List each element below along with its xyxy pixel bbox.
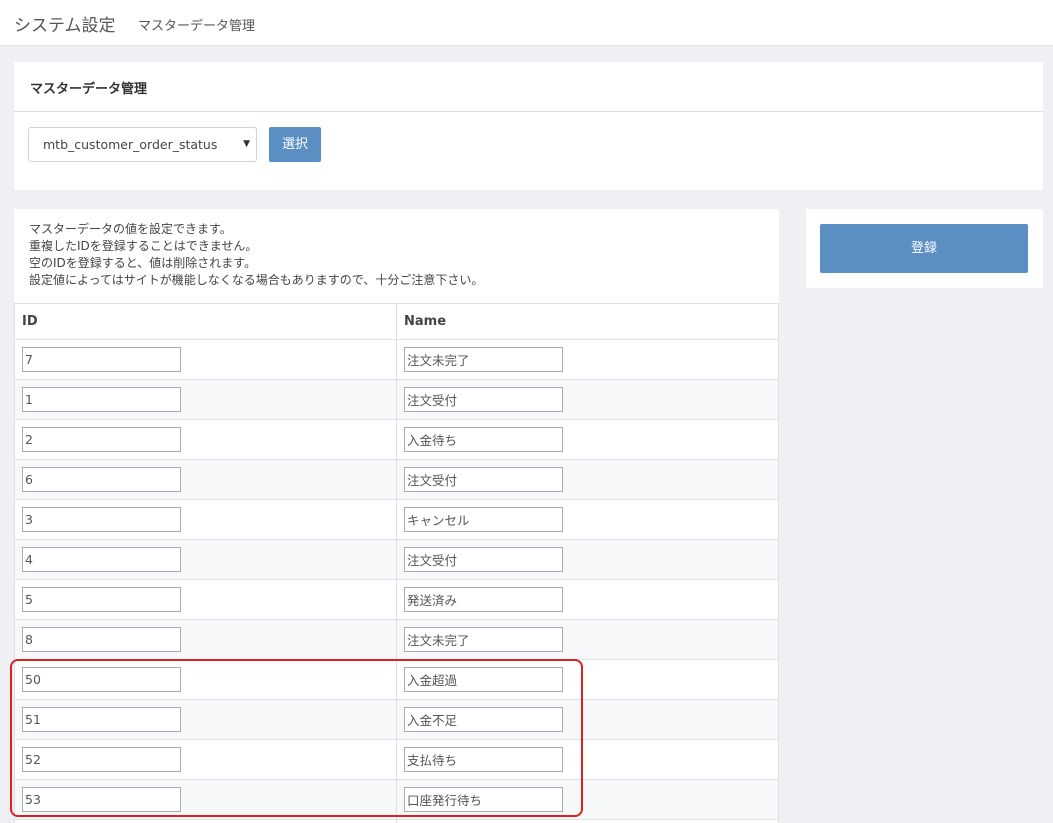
name-input[interactable] (404, 707, 563, 732)
name-cell (396, 739, 779, 780)
table-row (14, 619, 779, 660)
id-cell (14, 779, 397, 820)
id-cell (14, 699, 397, 740)
name-cell (396, 659, 779, 700)
table-row (14, 419, 779, 460)
table-row (14, 739, 779, 780)
description-line: マスターデータの値を設定できます。 (29, 222, 232, 236)
name-input[interactable] (404, 547, 563, 572)
master-values-table: ID Name (14, 303, 779, 823)
name-input[interactable] (404, 627, 563, 652)
id-cell (14, 619, 397, 660)
name-cell (396, 539, 779, 580)
table-row (14, 699, 779, 740)
master-data-heading: マスターデータ管理 (30, 82, 148, 97)
master-table-select[interactable]: mtb_customer_order_status ▼ (28, 127, 257, 162)
name-cell (396, 379, 779, 420)
id-input[interactable] (22, 387, 181, 412)
table-row (14, 339, 779, 380)
column-header-id: ID (14, 303, 397, 340)
name-cell (396, 579, 779, 620)
id-input[interactable] (22, 747, 181, 772)
id-input[interactable] (22, 587, 181, 612)
table-row (14, 779, 779, 820)
id-input[interactable] (22, 787, 181, 812)
column-header-name: Name (396, 303, 779, 340)
description-line: 重複したIDを登録することはできません。 (29, 239, 258, 253)
table-row (14, 659, 779, 700)
id-cell (14, 579, 397, 620)
name-input[interactable] (404, 667, 563, 692)
id-cell (14, 659, 397, 700)
name-input[interactable] (404, 747, 563, 772)
top-bar: システム設定 マスターデータ管理 (0, 0, 1053, 46)
page-title: システム設定 (14, 16, 116, 36)
page-subtitle: マスターデータ管理 (138, 19, 256, 34)
name-input[interactable] (404, 347, 563, 372)
name-cell (396, 499, 779, 540)
master-values-panel: マスターデータの値を設定できます。 重複したIDを登録することはできません。 空… (14, 209, 779, 823)
id-cell (14, 459, 397, 500)
action-panel: 登録 (806, 209, 1043, 288)
id-input[interactable] (22, 507, 181, 532)
name-input[interactable] (404, 587, 563, 612)
id-input[interactable] (22, 347, 181, 372)
id-input[interactable] (22, 467, 181, 492)
id-cell (14, 339, 397, 380)
description-line: 設定値によってはサイトが機能しなくなる場合もありますので、十分ご注意下さい。 (29, 273, 484, 287)
name-cell (396, 459, 779, 500)
table-row (14, 579, 779, 620)
id-cell (14, 539, 397, 580)
name-cell (396, 339, 779, 380)
table-row (14, 379, 779, 420)
id-input[interactable] (22, 427, 181, 452)
id-cell (14, 739, 397, 780)
name-input[interactable] (404, 467, 563, 492)
id-cell (14, 379, 397, 420)
name-cell (396, 779, 779, 820)
id-input[interactable] (22, 667, 181, 692)
name-cell (396, 699, 779, 740)
name-input[interactable] (404, 427, 563, 452)
caret-down-icon: ▼ (243, 139, 250, 149)
name-input[interactable] (404, 387, 563, 412)
id-cell (14, 819, 397, 823)
id-cell (14, 419, 397, 460)
table-row (14, 539, 779, 580)
name-cell (396, 619, 779, 660)
name-input[interactable] (404, 787, 563, 812)
table-row (14, 459, 779, 500)
master-data-panel-header: マスターデータ管理 (14, 62, 1043, 112)
id-input[interactable] (22, 547, 181, 572)
master-table-select-value: mtb_customer_order_status (43, 137, 218, 152)
description-line: 空のIDを登録すると、値は削除されます。 (29, 256, 257, 270)
name-cell (396, 419, 779, 460)
table-row (14, 499, 779, 540)
table-header-row: ID Name (14, 303, 779, 340)
name-cell (396, 819, 779, 823)
name-input[interactable] (404, 507, 563, 532)
table-body (14, 339, 779, 823)
master-data-panel: マスターデータ管理 mtb_customer_order_status ▼ 選択 (14, 62, 1043, 190)
table-row (14, 819, 779, 823)
register-button[interactable]: 登録 (820, 224, 1028, 273)
id-input[interactable] (22, 627, 181, 652)
id-input[interactable] (22, 707, 181, 732)
select-button[interactable]: 選択 (269, 127, 321, 162)
description: マスターデータの値を設定できます。 重複したIDを登録することはできません。 空… (29, 221, 483, 289)
id-cell (14, 499, 397, 540)
